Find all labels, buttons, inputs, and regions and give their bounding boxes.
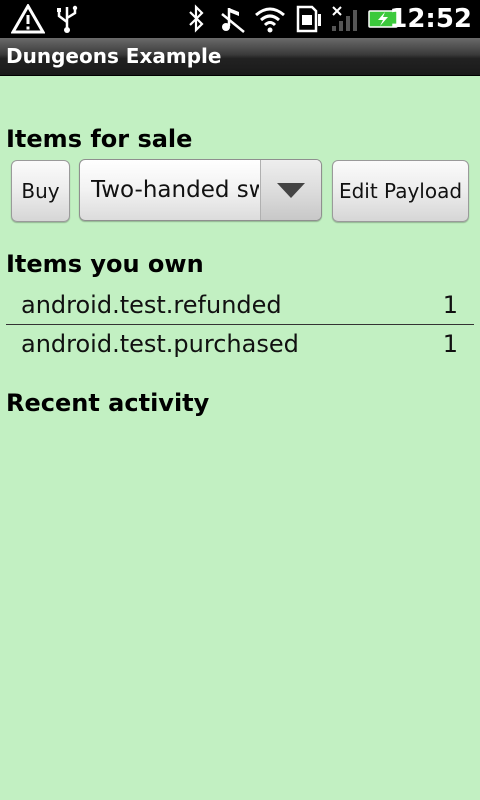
title-bar: Dungeons Example xyxy=(0,38,480,76)
sd-card-icon xyxy=(296,5,321,33)
buy-button[interactable]: Buy xyxy=(11,160,70,222)
edit-payload-label: Edit Payload xyxy=(338,179,463,203)
clock: 12:52 xyxy=(389,4,472,34)
list-divider xyxy=(6,324,474,325)
owned-item-name: android.test.refunded xyxy=(21,291,282,319)
bluetooth-icon xyxy=(189,4,204,33)
owned-item-qty: 1 xyxy=(442,291,458,319)
owned-item-name: android.test.purchased xyxy=(21,330,299,358)
items-for-sale-header: Items for sale xyxy=(6,125,193,153)
recent-activity-header: Recent activity xyxy=(6,389,210,417)
buy-button-label: Buy xyxy=(21,179,60,203)
app-title: Dungeons Example xyxy=(6,44,222,68)
spinner-selected-value: Two-handed sw xyxy=(91,177,259,203)
wifi-icon xyxy=(255,7,285,33)
music-muted-icon xyxy=(221,8,245,33)
item-selector-spinner[interactable]: Two-handed sw xyxy=(79,159,322,221)
edit-payload-button[interactable]: Edit Payload xyxy=(332,160,469,222)
warning-icon xyxy=(11,4,45,34)
items-you-own-header: Items you own xyxy=(6,250,204,278)
signal-icon xyxy=(332,6,357,31)
owned-item-row[interactable]: android.test.refunded 1 xyxy=(6,287,474,325)
owned-item-qty: 1 xyxy=(442,330,458,358)
usb-icon xyxy=(57,5,78,33)
spinner-dropdown-button[interactable] xyxy=(260,160,321,220)
owned-item-row[interactable]: android.test.purchased 1 xyxy=(6,326,474,364)
status-bar: 12:52 xyxy=(0,0,480,38)
chevron-down-icon xyxy=(277,183,305,198)
